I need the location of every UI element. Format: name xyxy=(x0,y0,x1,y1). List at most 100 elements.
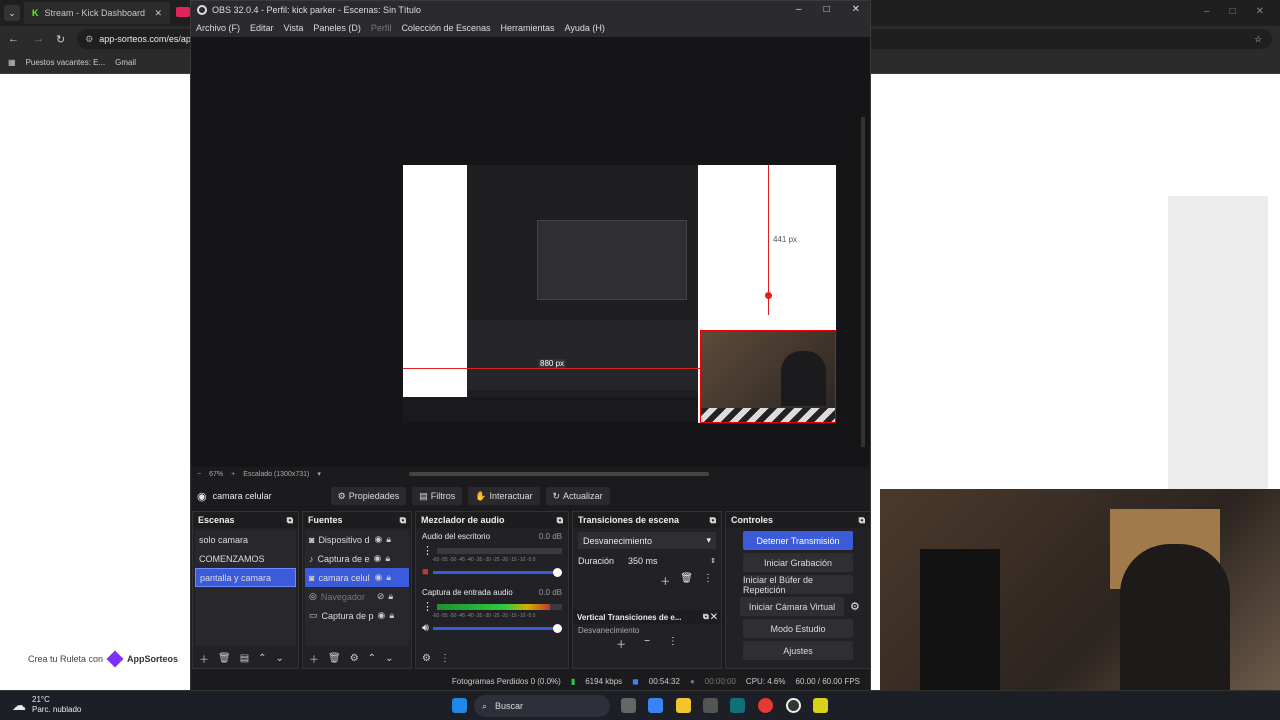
speaker-icon[interactable]: 🔊︎ xyxy=(422,622,429,635)
lock-icon[interactable]: 🔒︎ xyxy=(386,534,391,545)
eye-icon[interactable]: ◉ xyxy=(374,534,382,545)
menu-vista[interactable]: Vista xyxy=(284,23,304,33)
menu-icon[interactable]: ⋮ xyxy=(703,573,713,588)
minus-icon[interactable]: − xyxy=(644,636,650,651)
preview-hscrollbar[interactable] xyxy=(408,472,709,476)
undock-icon[interactable]: ⧉ xyxy=(859,515,865,526)
scaling-select[interactable]: Escalado (1300x731) xyxy=(243,471,309,478)
preview-vscrollbar[interactable] xyxy=(861,117,865,447)
store-icon[interactable] xyxy=(703,698,718,713)
transform-handle-icon[interactable] xyxy=(765,292,772,299)
bookmark-jobs[interactable]: Puestos vacantes: E... xyxy=(26,58,106,67)
camara-celular-source[interactable] xyxy=(700,330,836,423)
undock-icon[interactable]: ⧉ xyxy=(557,515,563,526)
close-tab-icon[interactable]: ✕ xyxy=(154,8,162,19)
trash-icon[interactable]: 🗑 xyxy=(218,653,231,664)
page-footer[interactable]: Crea tu Ruleta con AppSorteos xyxy=(28,650,178,668)
studio-mode-button[interactable]: Modo Estudio xyxy=(743,619,853,638)
youtube-tab-icon[interactable] xyxy=(176,7,190,17)
undock-icon[interactable]: ⧉ xyxy=(287,515,293,526)
forward-icon[interactable]: → xyxy=(33,33,44,45)
site-info-icon[interactable]: ⚙ xyxy=(85,34,93,45)
menu-ayuda[interactable]: Ayuda (H) xyxy=(565,23,605,33)
virtual-camera-button[interactable]: Iniciar Cámara Virtual xyxy=(740,597,844,616)
notes-icon[interactable] xyxy=(813,698,828,713)
properties-button[interactable]: ⚙ Propiedades xyxy=(330,487,407,505)
source-item[interactable]: ◎ Navegador ⊘ 🔒︎ xyxy=(305,587,409,606)
lock-icon[interactable]: 🔒︎ xyxy=(385,553,390,564)
down-icon[interactable]: ⌄ xyxy=(385,653,393,664)
browser-tab[interactable]: K Stream - Kick Dashboard ✕ xyxy=(24,2,170,24)
obs-maximize-icon[interactable]: □ xyxy=(824,4,830,15)
up-icon[interactable]: ⌃ xyxy=(368,653,376,664)
scene-item[interactable]: solo camara xyxy=(195,530,296,549)
file-explorer-icon[interactable] xyxy=(676,698,691,713)
menu-editar[interactable]: Editar xyxy=(250,23,274,33)
obs-close-icon[interactable]: ✕ xyxy=(852,4,860,15)
stepper-icon[interactable]: ⇕ xyxy=(710,557,716,565)
taskbar-search[interactable]: ⌕ Buscar xyxy=(474,695,610,717)
undock-icon[interactable]: ⧉ xyxy=(400,515,406,526)
weather-widget[interactable]: ☁ 21°C Parc. nublado xyxy=(12,695,81,715)
menu-coleccion[interactable]: Colección de Escenas xyxy=(401,23,490,33)
eye-icon[interactable]: ◉ xyxy=(378,610,386,621)
scaling-dropdown-icon[interactable]: ▾ xyxy=(317,470,321,478)
muted-speaker-icon[interactable]: ■ xyxy=(422,566,429,578)
app-icon[interactable] xyxy=(730,698,745,713)
lock-icon[interactable]: 🔒︎ xyxy=(389,610,394,621)
obs-minimize-icon[interactable]: – xyxy=(796,4,802,15)
add-icon[interactable]: ＋ xyxy=(309,651,319,666)
filter-icon[interactable]: ▤ xyxy=(240,653,249,664)
volume-slider[interactable] xyxy=(432,624,563,633)
add-icon[interactable]: ＋ xyxy=(199,651,209,666)
bookmark-star-icon[interactable]: ☆ xyxy=(1254,34,1262,45)
add-icon[interactable]: ＋ xyxy=(616,636,626,651)
lock-icon[interactable]: 🔒︎ xyxy=(386,572,391,583)
volume-slider[interactable] xyxy=(432,567,563,577)
transition-select[interactable]: Desvanecimiento ▾ xyxy=(578,532,716,549)
filters-button[interactable]: ▤ Filtros xyxy=(412,487,463,505)
scene-item[interactable]: COMENZAMOS xyxy=(195,549,296,568)
back-icon[interactable]: ← xyxy=(8,33,19,45)
settings-button[interactable]: Ajustes xyxy=(743,641,853,660)
source-item-selected[interactable]: ◙ camara celula ◉ 🔒︎ xyxy=(305,568,409,587)
task-view-icon[interactable] xyxy=(621,698,636,713)
minimize-icon[interactable]: – xyxy=(1204,6,1210,17)
down-icon[interactable]: ⌄ xyxy=(276,653,284,664)
menu-perfil[interactable]: Perfil xyxy=(371,23,392,33)
maximize-icon[interactable]: □ xyxy=(1230,6,1236,17)
replay-buffer-button[interactable]: Iniciar el Búfer de Repetición xyxy=(743,575,853,595)
duration-input[interactable]: 350 ms xyxy=(622,554,703,568)
close-icon[interactable]: ⧉ ✕ xyxy=(703,612,717,622)
up-icon[interactable]: ⌃ xyxy=(258,653,266,664)
channel-menu-icon[interactable]: ⋮ xyxy=(422,544,433,557)
eye-icon[interactable]: ◉ xyxy=(374,572,382,583)
tab-list-button[interactable]: ⌄ xyxy=(4,5,20,21)
obs-taskbar-icon[interactable] xyxy=(786,698,801,713)
zoom-out-button[interactable]: − xyxy=(197,471,201,478)
menu-archivo[interactable]: Archivo (F) xyxy=(196,23,240,33)
channel-menu-icon[interactable]: ⋮ xyxy=(422,600,433,613)
bookmark-gmail[interactable]: Gmail xyxy=(115,58,136,67)
copilot-icon[interactable] xyxy=(648,698,663,713)
eye-icon[interactable]: ◉ xyxy=(374,553,382,564)
eye-hidden-icon[interactable]: ⊘ xyxy=(377,591,385,602)
refresh-button[interactable]: ↻ Actualizar xyxy=(545,487,610,505)
stop-stream-button[interactable]: Detener Transmisión xyxy=(743,531,853,550)
zoom-in-button[interactable]: + xyxy=(231,471,235,478)
menu-icon[interactable]: ⋮ xyxy=(668,636,678,651)
source-item[interactable]: ▭ Captura de pa ◉ 🔒︎ xyxy=(305,606,409,625)
chrome-icon[interactable] xyxy=(758,698,773,713)
reload-icon[interactable]: ↻ xyxy=(56,33,65,46)
gear-icon[interactable]: ⚙ xyxy=(350,653,359,664)
menu-herramientas[interactable]: Herramientas xyxy=(501,23,555,33)
menu-paneles[interactable]: Paneles (D) xyxy=(313,23,361,33)
apps-grid-icon[interactable]: ▦ xyxy=(8,58,16,67)
source-item[interactable]: ♪ Captura de er ◉ 🔒︎ xyxy=(305,549,409,568)
close-window-icon[interactable]: ✕ xyxy=(1256,6,1264,17)
start-recording-button[interactable]: Iniciar Grabación xyxy=(743,553,853,572)
preview-canvas[interactable]: 441 px 880 px xyxy=(403,165,836,423)
interact-button[interactable]: ✋ Interactuar xyxy=(468,487,540,505)
source-item[interactable]: ◙ Dispositivo de ◉ 🔒︎ xyxy=(305,530,409,549)
vertical-transition-select[interactable]: Desvanecimiento xyxy=(578,626,716,634)
